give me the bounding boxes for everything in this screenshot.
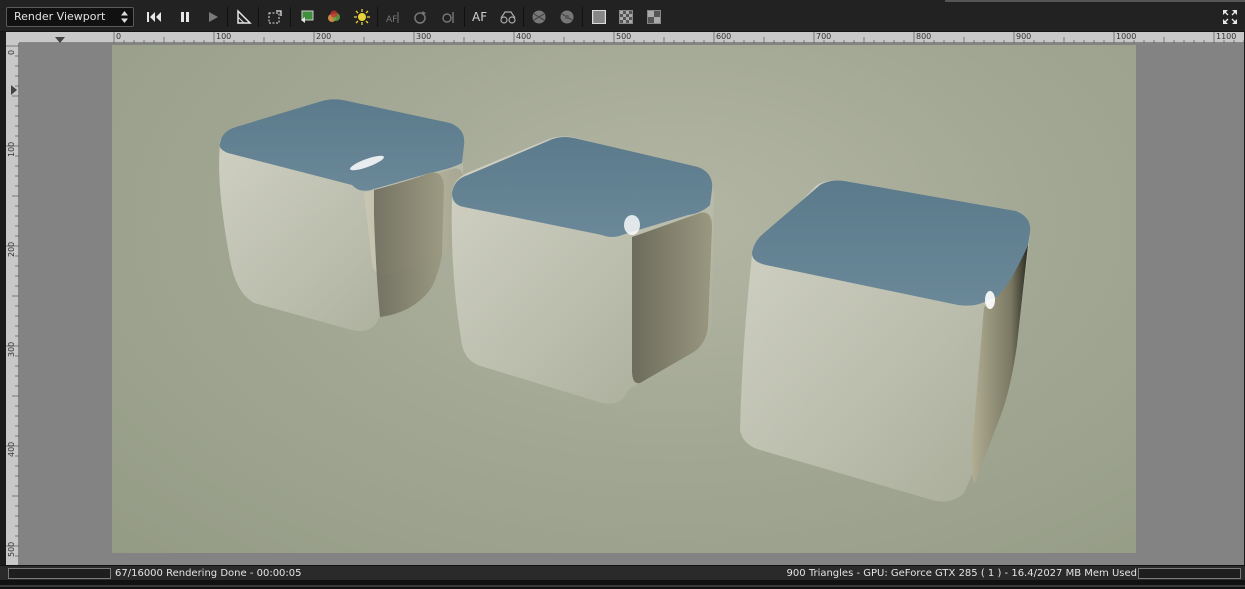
import-icon — [301, 10, 314, 23]
checker-coarse-icon — [647, 10, 661, 24]
light-button[interactable] — [353, 8, 371, 26]
autofocus-icon: AF — [386, 12, 399, 25]
pick-focus-button[interactable] — [440, 8, 458, 26]
fullscreen-icon — [1223, 10, 1237, 24]
skip-to-start-icon — [147, 12, 161, 22]
ruler-left-label: 200 — [7, 241, 16, 257]
grain-medium-button[interactable] — [617, 8, 635, 26]
rendered-cubes-image — [219, 99, 1031, 502]
region-render-button[interactable] — [266, 8, 284, 26]
checker-medium-icon — [619, 10, 633, 24]
ruler-top-label: 400 — [516, 32, 532, 41]
region-icon — [268, 10, 282, 24]
memory-box — [1138, 568, 1241, 579]
pause-icon — [181, 12, 189, 22]
sphere-icon — [532, 10, 546, 24]
progress-box — [8, 568, 111, 579]
ruler-left-label: 300 — [7, 341, 16, 357]
horizontal-ruler: 0 100 200 300 400 500 600 700 800 900 10… — [19, 32, 1244, 43]
checker-fine-icon — [592, 10, 606, 24]
light-icon — [354, 9, 370, 25]
svg-text:AF: AF — [386, 15, 397, 25]
cube-left — [219, 99, 465, 331]
render-status-text: 67/16000 Rendering Done - 00:00:05 — [115, 568, 302, 579]
cube-middle — [451, 136, 714, 404]
ruler-corner — [6, 32, 19, 43]
status-bar: 67/16000 Rendering Done - 00:00:05 900 T… — [0, 565, 1245, 580]
pause-button[interactable] — [176, 8, 194, 26]
ruler-left-label: 0 — [7, 49, 16, 55]
pick-focus-icon — [442, 12, 454, 23]
ruler-top-label: 1100 — [1216, 32, 1237, 41]
toolbar: Render Viewport AF AF — [0, 0, 1245, 32]
skip-to-start-button[interactable] — [145, 8, 163, 26]
environment-button[interactable] — [530, 8, 548, 26]
rotate-button[interactable] — [411, 8, 429, 26]
viewport-mode-label: Render Viewport — [14, 10, 106, 23]
select-arrows-icon — [121, 11, 128, 23]
ruler-top-label: 600 — [716, 32, 732, 41]
cube-right — [740, 180, 1031, 502]
viewport-mode-select[interactable]: Render Viewport — [6, 7, 134, 27]
autofocus-button[interactable]: AF — [384, 8, 402, 26]
focus-af-label[interactable]: AF — [472, 8, 487, 26]
ruler-icon — [237, 9, 252, 24]
ruler-top-label: 900 — [1016, 32, 1032, 41]
ruler-top-label: 1000 — [1116, 32, 1137, 41]
ruler-top-label: 700 — [816, 32, 832, 41]
ruler-left-label: 400 — [7, 441, 16, 457]
ruler-left-label: 500 — [7, 541, 16, 557]
ruler-left-label: 100 — [7, 141, 16, 157]
ruler-top-label: 200 — [316, 32, 332, 41]
gpu-status-text: 900 Triangles - GPU: GeForce GTX 285 ( 1… — [786, 568, 1137, 579]
ruler-top-label: 500 — [616, 32, 632, 41]
grain-fine-button[interactable] — [590, 8, 608, 26]
ruler-top-label: 300 — [416, 32, 432, 41]
material-icon — [328, 10, 340, 22]
render-viewport[interactable] — [19, 43, 1244, 565]
play-button[interactable] — [204, 8, 222, 26]
rotate-icon — [414, 11, 426, 24]
toolbar-edge — [945, 0, 1245, 2]
stereo-button[interactable] — [499, 8, 517, 26]
environment-alt-button[interactable] — [558, 8, 576, 26]
sphere-alt-icon — [560, 10, 574, 24]
ruler-top-label: 100 — [216, 32, 232, 41]
material-button[interactable] — [325, 8, 343, 26]
grain-coarse-button[interactable] — [645, 8, 663, 26]
play-icon — [209, 12, 218, 22]
ruler-top-label: 0 — [116, 32, 122, 41]
render-image[interactable] — [112, 45, 1136, 553]
ruler-top-label: 800 — [916, 32, 932, 41]
fullscreen-button[interactable] — [1221, 8, 1239, 26]
ruler-marker-icon[interactable] — [11, 85, 17, 95]
import-button[interactable] — [298, 8, 316, 26]
vertical-ruler: 0 100 200 300 400 500 — [6, 43, 19, 565]
measure-button[interactable] — [235, 8, 253, 26]
glasses-icon — [500, 11, 516, 24]
